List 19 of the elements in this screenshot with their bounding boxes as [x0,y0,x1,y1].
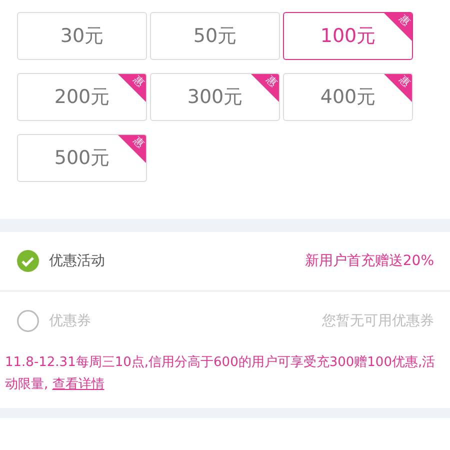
amount-option[interactable]: 400元 惠 [283,73,413,121]
bonus-tag: 惠 [251,74,279,102]
amount-option[interactable]: 300元 惠 [150,73,280,121]
amount-option[interactable]: 100元 惠 [283,12,413,60]
amount-option[interactable]: 200元 惠 [17,73,147,121]
bonus-tag: 惠 [384,13,412,41]
amount-option[interactable]: 500元 惠 [17,134,147,182]
offer-label: 优惠券 [49,312,91,330]
checked-icon[interactable] [17,250,39,272]
promo-note: 11.8-12.31每周三10点,信用分高于600的用户可享受充300赠100优惠,活动限量, 查看详情 [4,354,436,394]
bonus-tag: 惠 [118,74,146,102]
details-link[interactable]: 查看详情 [52,377,104,392]
amount-option[interactable]: 30元 [17,12,147,60]
amount-option[interactable]: 50元 [150,12,280,60]
offer-label: 优惠活动 [49,252,105,270]
offer-value: 新用户首充赠送20% [304,252,434,270]
offer-value: 您暂无可用优惠券 [322,312,434,330]
bonus-tag: 惠 [384,74,412,102]
bonus-tag: 惠 [118,135,146,163]
